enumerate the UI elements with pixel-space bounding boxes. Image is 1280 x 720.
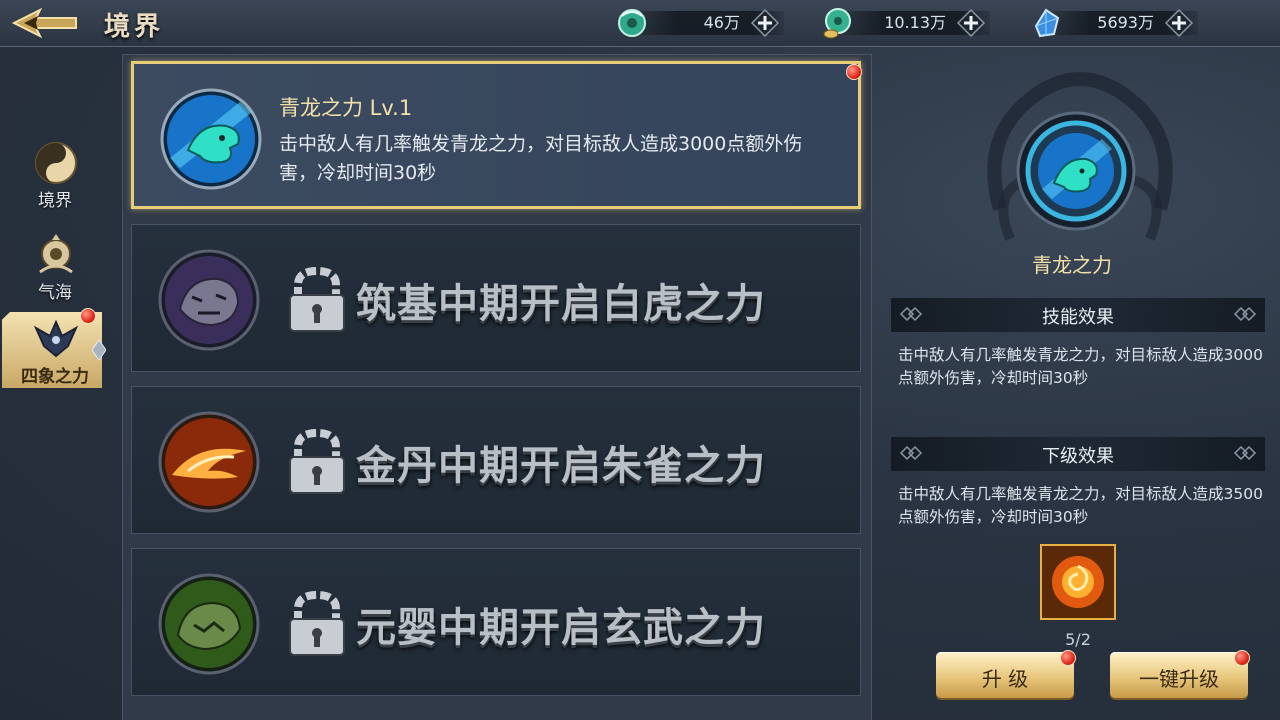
jade-coin-bag-icon: [820, 6, 856, 40]
power-card-white-tiger[interactable]: 筑基中期开启白虎之力: [131, 224, 861, 372]
jade-coin-icon: [614, 6, 650, 40]
skill-effect-header: 技能效果: [891, 298, 1265, 332]
notification-dot: [1234, 650, 1250, 666]
upgrade-button[interactable]: 升 级: [936, 650, 1076, 698]
power-card-vermilion-bird[interactable]: 金丹中期开启朱雀之力: [131, 386, 861, 534]
notification-dot: [1060, 650, 1076, 666]
tab-realm[interactable]: 境界: [0, 136, 110, 216]
next-level-header: 下级效果: [891, 437, 1265, 471]
tab-qi-sea[interactable]: 气海: [0, 228, 110, 308]
fire-orb-icon[interactable]: [1040, 544, 1116, 620]
add-jade-coins-button[interactable]: [750, 8, 780, 38]
padlock-icon: [282, 266, 352, 333]
diamond-marker-icon: [92, 340, 106, 360]
resource-jade-bags: 10.13万: [820, 6, 990, 40]
upgrade-all-button[interactable]: 一键升级: [1110, 650, 1250, 698]
skill-effect-text: 击中敌人有几率触发青龙之力，对目标敌人造成3000点额外伤害，冷却时间30秒: [898, 346, 1263, 387]
power-card-azure-dragon[interactable]: 青龙之力 Lv.1 击中敌人有几率触发青龙之力，对目标敌人造成3000点额外伤害…: [131, 61, 862, 209]
four-symbols-list: 青龙之力 Lv.1 击中敌人有几率触发青龙之力，对目标敌人造成3000点额外伤害…: [122, 54, 872, 720]
tab-four-symbols[interactable]: 四象之力: [0, 308, 110, 392]
back-arrow-icon[interactable]: [10, 6, 80, 40]
padlock-icon: [282, 590, 352, 657]
section-title: 技能效果: [1042, 307, 1114, 328]
phoenix-emblem-icon: [30, 316, 82, 362]
padlock-icon: [282, 428, 352, 495]
unlock-requirement-text: 金丹中期开启朱雀之力: [356, 443, 766, 489]
tab-label: 境界: [38, 191, 72, 211]
azure-dragon-emblem-icon: [970, 59, 1190, 269]
section-title: 下级效果: [1042, 446, 1114, 467]
blue-crystal-icon: [1028, 6, 1064, 40]
game-screen: 境界 46万 10.13万 5693万 境界 气海 四象之力 青龙之力 Lv.1…: [0, 0, 1280, 720]
azure-dragon-icon: [160, 88, 262, 190]
power-description: 击中敌人有几率触发青龙之力，对目标敌人造成3000点额外伤害，冷却时间30秒: [279, 133, 803, 184]
power-title: 青龙之力 Lv.1: [279, 96, 413, 120]
vermilion-bird-icon: [158, 411, 260, 513]
material-count: 5/2: [1065, 630, 1091, 649]
tab-label: 四象之力: [21, 367, 89, 387]
button-label: 一键升级: [1139, 667, 1219, 691]
tab-label: 气海: [38, 283, 72, 303]
top-bar: 境界 46万 10.13万 5693万: [0, 0, 1280, 47]
notification-dot: [80, 308, 96, 324]
resource-value: 10.13万: [884, 13, 946, 32]
resource-value: 46万: [703, 13, 740, 32]
power-card-black-tortoise[interactable]: 元婴中期开启玄武之力: [131, 548, 861, 696]
add-jade-bags-button[interactable]: [956, 8, 986, 38]
page-title: 境界: [104, 12, 165, 42]
resource-jade-coins: 46万: [614, 6, 784, 40]
black-tortoise-icon: [158, 573, 260, 675]
yin-yang-icon: [30, 140, 82, 186]
unlock-requirement-text: 元婴中期开启玄武之力: [356, 605, 766, 651]
next-level-text: 击中敌人有几率触发青龙之力，对目标敌人造成3500点额外伤害，冷却时间30秒: [898, 485, 1263, 526]
add-crystals-button[interactable]: [1164, 8, 1194, 38]
unlock-requirement-text: 筑基中期开启白虎之力: [356, 281, 766, 327]
notification-dot: [846, 64, 862, 80]
white-tiger-icon: [158, 249, 260, 351]
lotus-emblem-icon: [30, 232, 82, 278]
button-label: 升 级: [981, 667, 1029, 691]
detail-panel: 青龙之力 技能效果 击中敌人有几率触发青龙之力，对目标敌人造成3000点额外伤害…: [880, 54, 1280, 720]
selected-skill-name: 青龙之力: [1032, 253, 1112, 277]
resource-value: 5693万: [1097, 13, 1154, 32]
resource-crystals: 5693万: [1028, 6, 1198, 40]
